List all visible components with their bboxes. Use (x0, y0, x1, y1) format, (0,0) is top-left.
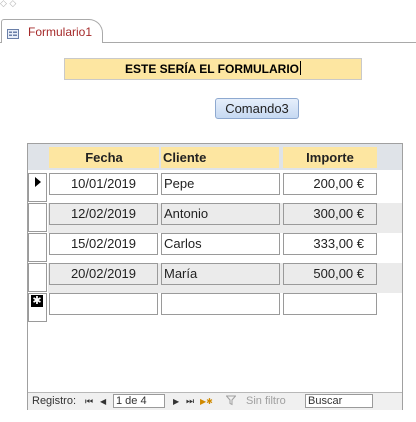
search-input[interactable]: Buscar (305, 394, 373, 408)
cliente-field-new[interactable] (161, 293, 280, 315)
importe-field[interactable]: 200,00 € (283, 173, 377, 195)
new-record-icon: ✱ (31, 295, 43, 307)
table-row: 12/02/2019 Antonio 300,00 € (48, 203, 402, 233)
fecha-field[interactable]: 12/02/2019 (49, 203, 158, 225)
current-record-field[interactable]: 1 de 4 (113, 394, 165, 408)
record-navigation-bar: Registro: ⏮ ◀ 1 de 4 ▶ ⏭ ▶✱ Sin filtro B… (28, 392, 402, 410)
current-record-arrow-icon (35, 177, 41, 187)
new-record-nav-icon[interactable]: ▶✱ (200, 395, 213, 408)
form-header-text: ESTE SERÍA EL FORMULARIO (124, 62, 299, 76)
table-row: 15/02/2019 Carlos 333,00 € (48, 233, 402, 263)
funnel-icon (225, 395, 237, 410)
cliente-field[interactable]: Carlos (161, 233, 280, 255)
importe-field-new[interactable] (283, 293, 377, 315)
window-fragment: ◇ ◇ (0, 0, 17, 8)
subform-header: Fecha Cliente Importe (28, 144, 402, 170)
fecha-field[interactable]: 20/02/2019 (49, 263, 158, 285)
cliente-field[interactable]: María (161, 263, 280, 285)
fecha-field[interactable]: 10/01/2019 (49, 173, 158, 195)
cliente-field[interactable]: Pepe (161, 173, 280, 195)
column-header-importe: Importe (283, 147, 377, 168)
form-icon (7, 26, 19, 39)
comando3-button[interactable]: Comando3 (215, 98, 299, 119)
cliente-field[interactable]: Antonio (161, 203, 280, 225)
record-selector[interactable] (28, 173, 47, 202)
record-selector-column: ✱ (28, 171, 48, 322)
record-selector[interactable] (28, 233, 47, 262)
table-row: 10/01/2019 Pepe 200,00 € (48, 173, 402, 203)
table-row: 20/02/2019 María 500,00 € (48, 263, 402, 293)
first-record-icon[interactable]: ⏮ (85, 395, 93, 408)
new-record-row (48, 293, 402, 323)
record-label: Registro: (32, 395, 77, 407)
tab-formulario1[interactable]: Formulario1 (1, 19, 103, 43)
tab-label: Formulario1 (28, 25, 93, 39)
subform-datasheet: Fecha Cliente Importe ✱ 10/01/2019 Pepe … (27, 143, 403, 410)
form-header-label[interactable]: ESTE SERÍA EL FORMULARIO (64, 58, 362, 80)
next-record-icon[interactable]: ▶ (173, 395, 179, 408)
fecha-field[interactable]: 15/02/2019 (49, 233, 158, 255)
last-record-icon[interactable]: ⏭ (186, 395, 194, 408)
new-record-selector[interactable]: ✱ (28, 293, 47, 322)
record-selector[interactable] (28, 203, 47, 232)
importe-field[interactable]: 300,00 € (283, 203, 377, 225)
importe-field[interactable]: 500,00 € (283, 263, 377, 285)
record-selector[interactable] (28, 263, 47, 292)
previous-record-icon[interactable]: ◀ (100, 395, 106, 408)
column-header-fecha: Fecha (49, 147, 159, 168)
importe-field[interactable]: 333,00 € (283, 233, 377, 255)
filter-status[interactable]: Sin filtro (246, 395, 286, 408)
text-cursor (300, 61, 301, 75)
fecha-field-new[interactable] (49, 293, 158, 315)
column-header-cliente: Cliente (161, 147, 279, 168)
